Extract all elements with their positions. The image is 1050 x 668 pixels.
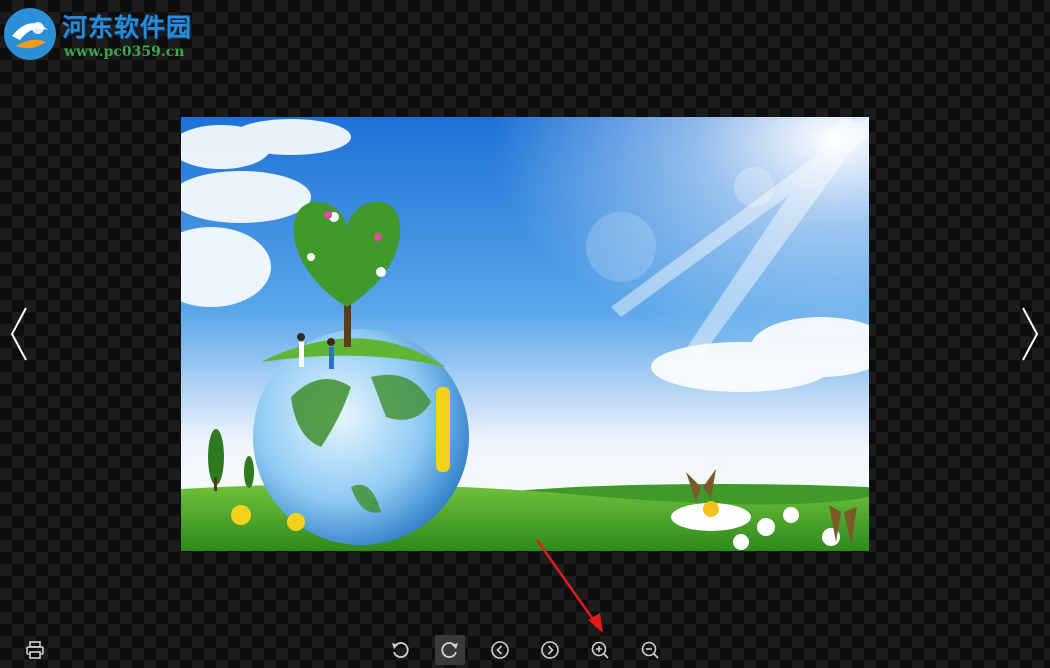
printer-icon — [26, 641, 44, 659]
rotate-left-icon — [392, 642, 409, 658]
displayed-image — [181, 117, 869, 551]
circle-chevron-left-icon — [491, 641, 509, 659]
rotate-right-icon — [441, 642, 458, 658]
next-button[interactable] — [535, 635, 565, 665]
zoom-out-icon — [641, 641, 659, 659]
next-image-button[interactable] — [1017, 296, 1045, 372]
previous-image-button[interactable] — [4, 296, 32, 372]
zoom-out-button[interactable] — [635, 635, 665, 665]
watermark-url: www.pc0359.cn — [64, 44, 185, 60]
site-watermark: 河东软件园 www.pc0359.cn — [0, 4, 210, 66]
previous-button[interactable] — [485, 635, 515, 665]
chevron-left-icon — [10, 307, 27, 361]
circle-chevron-right-icon — [541, 641, 559, 659]
print-button[interactable] — [20, 635, 50, 665]
landscape-photo — [181, 117, 869, 551]
zoom-in-icon — [591, 641, 609, 659]
rotate-left-button[interactable] — [385, 635, 415, 665]
rotate-right-button[interactable] — [435, 635, 465, 665]
watermark-title: 河东软件园 — [62, 13, 193, 42]
site-logo-icon — [4, 8, 56, 60]
zoom-in-button[interactable] — [585, 635, 615, 665]
chevron-right-icon — [1022, 307, 1039, 361]
